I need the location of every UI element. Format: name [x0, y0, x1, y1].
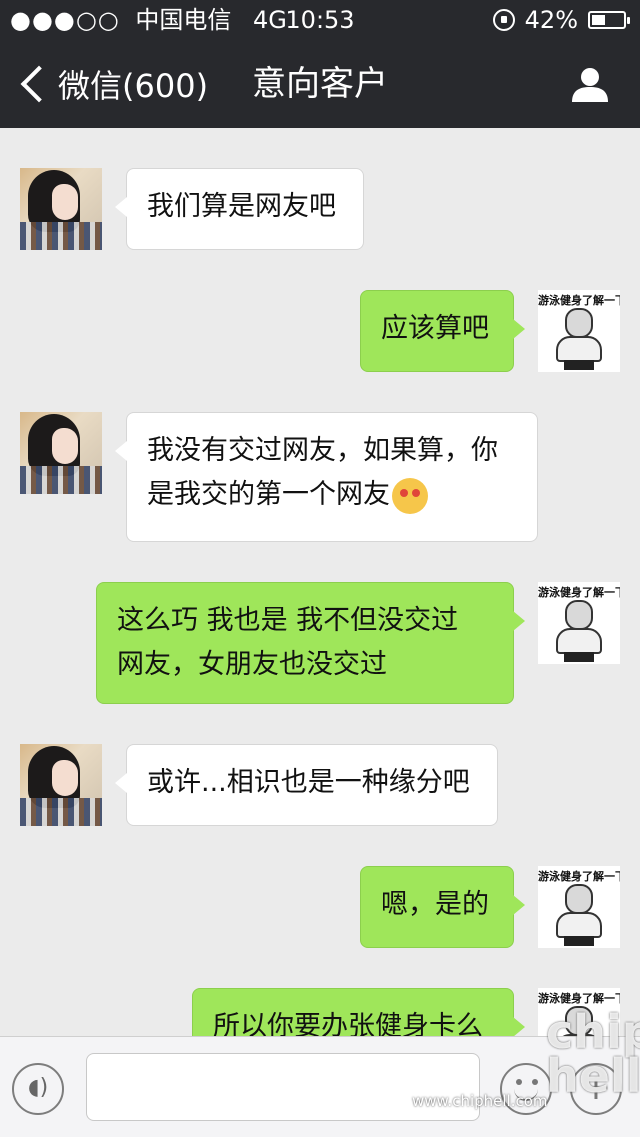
- message-bubble-incoming[interactable]: 我们算是网友吧: [115, 168, 364, 250]
- person-icon[interactable]: [570, 64, 610, 104]
- message-text: 应该算吧: [381, 313, 489, 344]
- chat-title: 意向客户: [252, 64, 388, 104]
- message-text: 我们算是网友吧: [147, 191, 336, 222]
- message-text-line: 我没有交过网友，如果算，你: [147, 435, 498, 466]
- message-text: 所以你要办张健身卡么: [213, 1011, 483, 1036]
- voice-icon: ◖): [28, 1075, 49, 1100]
- meme-caption: 游泳健身了解一下: [538, 586, 620, 599]
- heart-eyes-emoji-icon: [392, 477, 428, 514]
- contact-avatar[interactable]: [20, 744, 102, 826]
- navigation-bar: 微信(600) 意向客户: [0, 40, 640, 128]
- message-list[interactable]: 我们算是网友吧 游泳健身了解一下 应该算吧 我没有交过网友，如果算，你 是我交的…: [0, 128, 640, 1036]
- message-text: 嗯，是的: [381, 889, 489, 920]
- message-bubble-incoming[interactable]: 或许...相识也是一种缘分吧: [115, 744, 498, 826]
- meme-caption: 游泳健身了解一下: [538, 992, 620, 1005]
- message-text: 或许...相识也是一种缘分吧: [147, 767, 470, 798]
- message-bubble-outgoing[interactable]: 应该算吧: [360, 290, 525, 372]
- message-text-line: 这么巧 我也是 我不但没交过: [117, 605, 459, 636]
- message-bubble-outgoing[interactable]: 所以你要办张健身卡么: [192, 988, 525, 1036]
- my-avatar[interactable]: 游泳健身了解一下: [538, 582, 620, 664]
- message-bubble-incoming[interactable]: 我没有交过网友，如果算，你 是我交的第一个网友: [115, 412, 538, 542]
- battery-icon: [588, 11, 630, 29]
- voice-input-button[interactable]: ◖): [12, 1063, 64, 1115]
- meme-caption: 游泳健身了解一下: [538, 870, 620, 883]
- rotation-lock-icon: [492, 9, 515, 31]
- contact-avatar[interactable]: [20, 168, 102, 250]
- battery-percent: 42%: [524, 6, 578, 34]
- battery-fill: [592, 15, 605, 25]
- watermark-url: www.chiphell.com: [412, 1092, 548, 1110]
- status-bar: ●●●○○ 中国电信 4G 10:53 42%: [0, 0, 640, 40]
- input-bar: ◖) +: [0, 1036, 640, 1137]
- status-right: 42%: [492, 0, 630, 40]
- message-bubble-outgoing[interactable]: 嗯，是的: [360, 866, 525, 948]
- message-text-line: 网友，女朋友也没交过: [117, 649, 387, 680]
- message-input[interactable]: [86, 1053, 480, 1121]
- my-avatar[interactable]: 游泳健身了解一下: [538, 866, 620, 948]
- my-avatar[interactable]: 游泳健身了解一下: [538, 290, 620, 372]
- message-text-line: 是我交的第一个网友: [147, 479, 390, 510]
- chiphell-logo-watermark: chip hell: [546, 1005, 640, 1103]
- contact-avatar[interactable]: [20, 412, 102, 494]
- meme-caption: 游泳健身了解一下: [538, 294, 620, 307]
- message-bubble-outgoing[interactable]: 这么巧 我也是 我不但没交过 网友，女朋友也没交过: [96, 582, 525, 704]
